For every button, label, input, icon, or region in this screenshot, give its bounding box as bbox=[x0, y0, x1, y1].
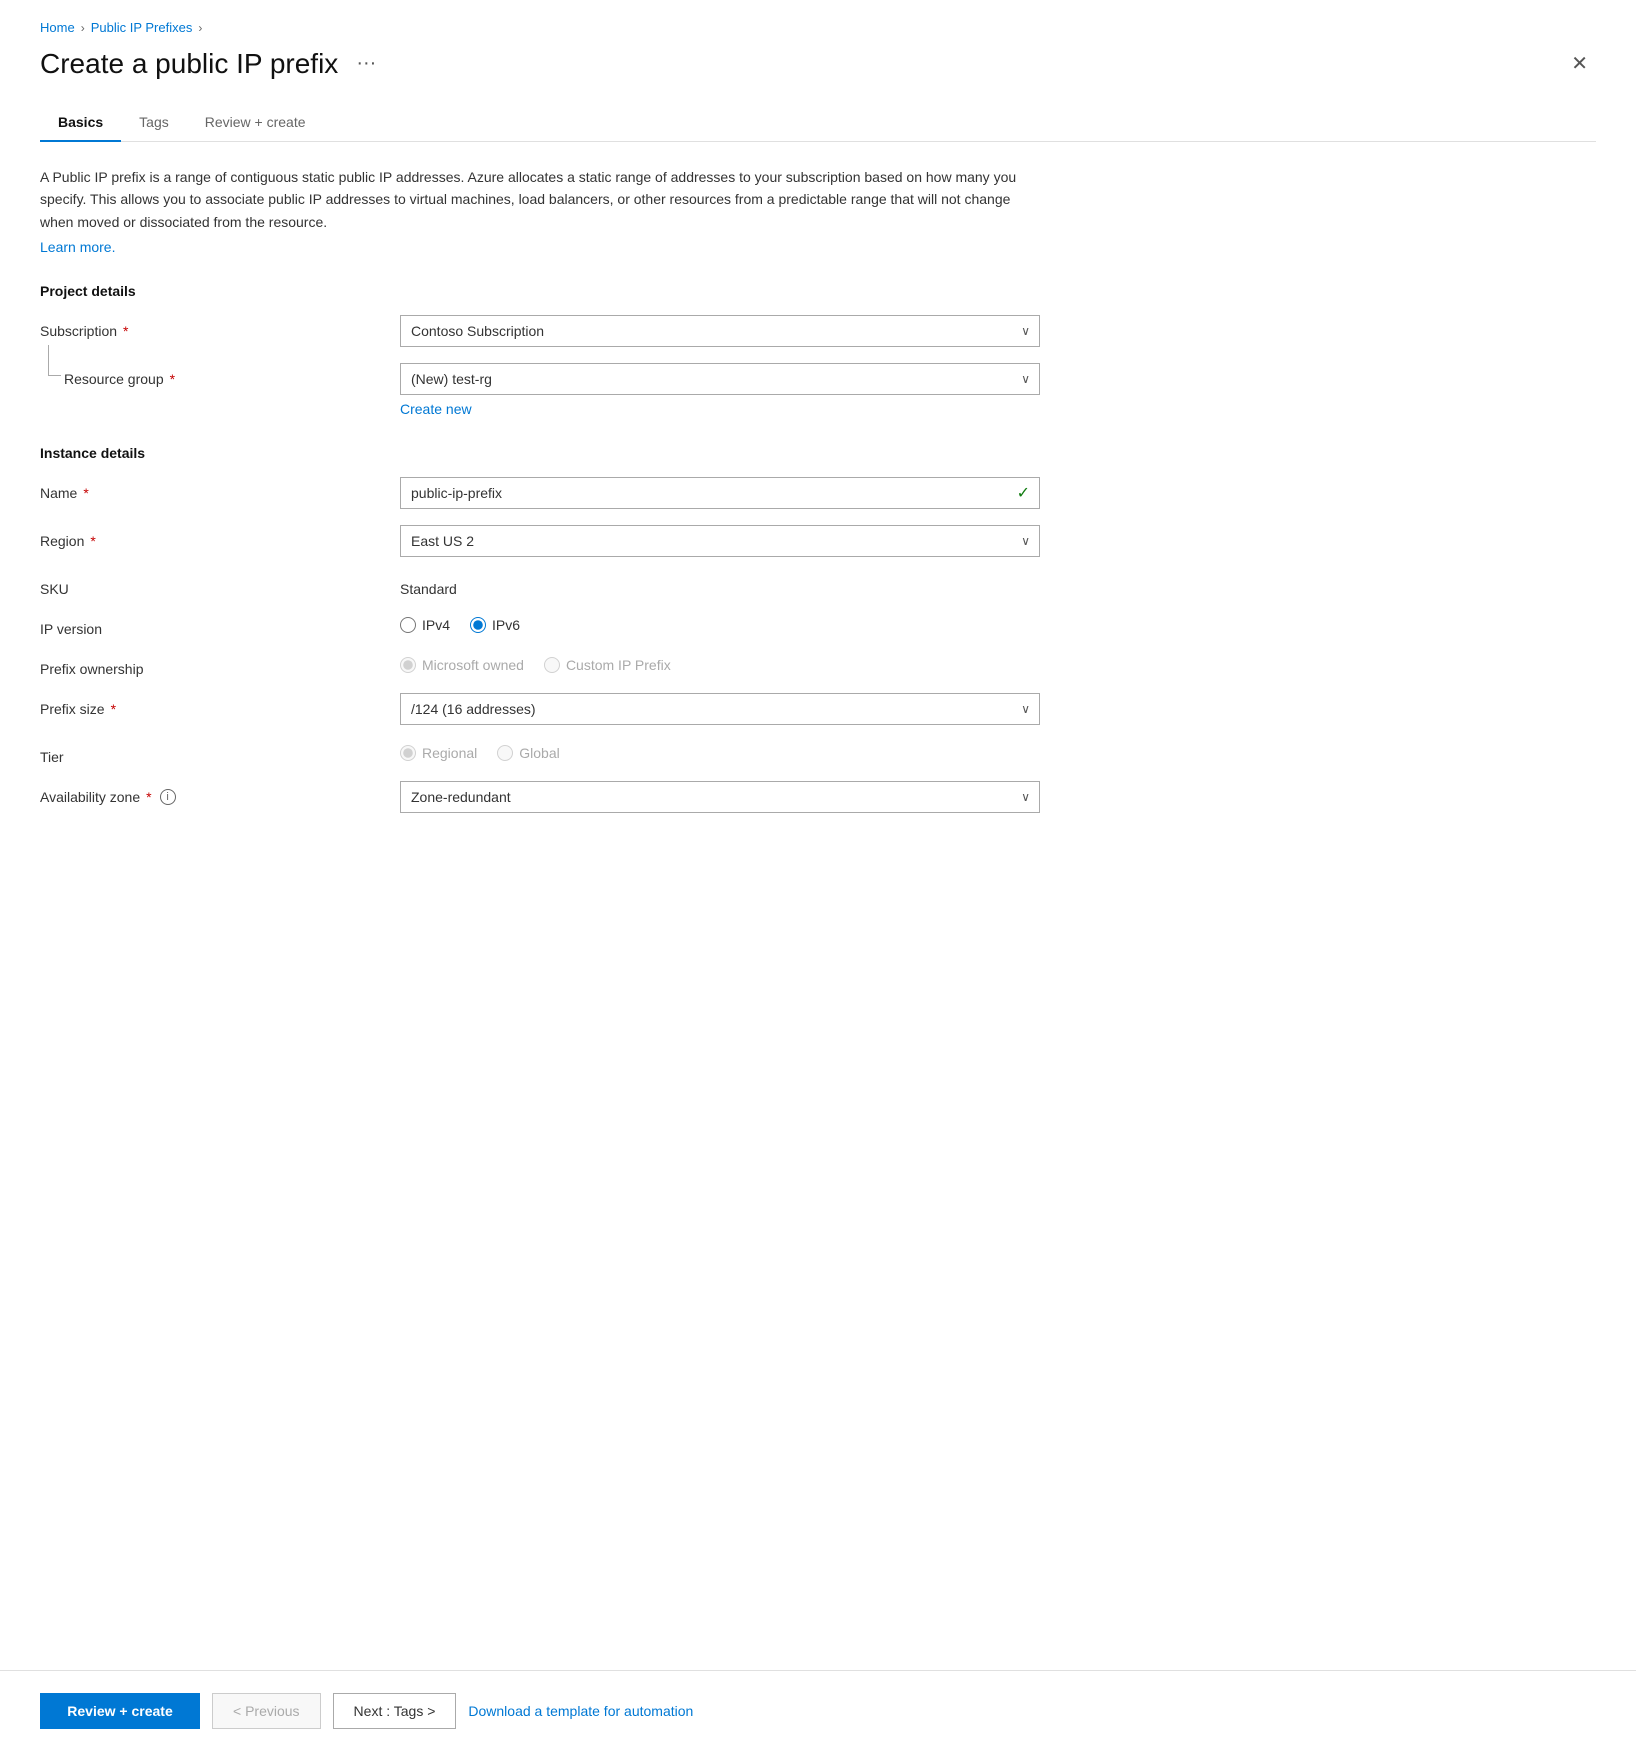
ip-version-ipv4-radio[interactable] bbox=[400, 617, 416, 633]
description-text: A Public IP prefix is a range of contigu… bbox=[40, 166, 1040, 233]
project-details-title: Project details bbox=[40, 283, 1596, 299]
prefix-ownership-custom-option[interactable]: Custom IP Prefix bbox=[544, 657, 671, 673]
tier-label: Tier bbox=[40, 741, 400, 765]
resource-group-row: Resource group* (New) test-rg ∨ Create n… bbox=[40, 363, 1596, 417]
more-options-button[interactable]: ··· bbox=[350, 50, 382, 77]
name-control: ✓ bbox=[400, 477, 1040, 509]
tier-regional-radio[interactable] bbox=[400, 745, 416, 761]
breadcrumb: Home › Public IP Prefixes › bbox=[40, 20, 1596, 35]
create-new-link[interactable]: Create new bbox=[400, 401, 472, 417]
instance-details-title: Instance details bbox=[40, 445, 1596, 461]
tab-bar: Basics Tags Review + create bbox=[40, 104, 1596, 142]
prefix-ownership-custom-radio[interactable] bbox=[544, 657, 560, 673]
prefix-ownership-label: Prefix ownership bbox=[40, 653, 400, 677]
name-input[interactable] bbox=[400, 477, 1040, 509]
prefix-ownership-control: Microsoft owned Custom IP Prefix bbox=[400, 653, 1040, 673]
breadcrumb-public-ip[interactable]: Public IP Prefixes bbox=[91, 20, 193, 35]
review-create-button[interactable]: Review + create bbox=[40, 1693, 200, 1729]
subscription-select[interactable]: Contoso Subscription bbox=[400, 315, 1040, 347]
name-required: * bbox=[83, 485, 88, 501]
page-title: Create a public IP prefix bbox=[40, 48, 338, 80]
tier-radio-group: Regional Global bbox=[400, 741, 1040, 761]
prefix-size-label: Prefix size* bbox=[40, 693, 400, 717]
region-control: East US 2 ∨ bbox=[400, 525, 1040, 557]
availability-zone-required: * bbox=[146, 789, 151, 805]
sku-row: SKU Standard bbox=[40, 573, 1596, 597]
ip-version-row: IP version IPv4 IPv6 bbox=[40, 613, 1596, 637]
ip-version-radio-group: IPv4 IPv6 bbox=[400, 613, 1040, 633]
region-required: * bbox=[90, 533, 95, 549]
resource-group-control: (New) test-rg ∨ Create new bbox=[400, 363, 1040, 417]
previous-button[interactable]: < Previous bbox=[212, 1693, 321, 1729]
learn-more-link[interactable]: Learn more. bbox=[40, 239, 115, 255]
region-label: Region* bbox=[40, 525, 400, 549]
availability-zone-control: Zone-redundant ∨ bbox=[400, 781, 1040, 813]
ip-version-label: IP version bbox=[40, 613, 400, 637]
breadcrumb-sep-1: › bbox=[81, 21, 85, 35]
prefix-size-control: /124 (16 addresses) ∨ bbox=[400, 693, 1040, 725]
tier-global-option[interactable]: Global bbox=[497, 745, 559, 761]
subscription-row: Subscription* Contoso Subscription ∨ bbox=[40, 315, 1596, 347]
page-header: Create a public IP prefix ··· ✕ bbox=[40, 47, 1596, 80]
tier-global-radio[interactable] bbox=[497, 745, 513, 761]
sku-value: Standard bbox=[400, 573, 1040, 597]
name-valid-icon: ✓ bbox=[1017, 483, 1030, 503]
breadcrumb-home[interactable]: Home bbox=[40, 20, 75, 35]
resource-group-required: * bbox=[170, 371, 175, 387]
region-select[interactable]: East US 2 bbox=[400, 525, 1040, 557]
subscription-label: Subscription* bbox=[40, 315, 400, 339]
tab-tags[interactable]: Tags bbox=[121, 104, 187, 142]
prefix-ownership-microsoft-radio[interactable] bbox=[400, 657, 416, 673]
ip-version-ipv6-option[interactable]: IPv6 bbox=[470, 617, 520, 633]
prefix-ownership-microsoft-option[interactable]: Microsoft owned bbox=[400, 657, 524, 673]
prefix-size-select[interactable]: /124 (16 addresses) bbox=[400, 693, 1040, 725]
tab-basics[interactable]: Basics bbox=[40, 104, 121, 142]
ip-version-ipv6-radio[interactable] bbox=[470, 617, 486, 633]
availability-zone-select[interactable]: Zone-redundant bbox=[400, 781, 1040, 813]
sku-label: SKU bbox=[40, 573, 400, 597]
ip-version-ipv4-option[interactable]: IPv4 bbox=[400, 617, 450, 633]
tier-control: Regional Global bbox=[400, 741, 1040, 761]
prefix-ownership-row: Prefix ownership Microsoft owned Custom … bbox=[40, 653, 1596, 677]
name-row: Name* ✓ bbox=[40, 477, 1596, 509]
availability-zone-label: Availability zone* i bbox=[40, 781, 400, 805]
tab-review-create[interactable]: Review + create bbox=[187, 104, 324, 142]
tier-regional-option[interactable]: Regional bbox=[400, 745, 477, 761]
breadcrumb-sep-2: › bbox=[198, 21, 202, 35]
footer-bar: Review + create < Previous Next : Tags >… bbox=[0, 1670, 1636, 1750]
prefix-ownership-radio-group: Microsoft owned Custom IP Prefix bbox=[400, 653, 1040, 673]
availability-zone-info-icon[interactable]: i bbox=[160, 789, 176, 805]
ip-version-control: IPv4 IPv6 bbox=[400, 613, 1040, 633]
next-button[interactable]: Next : Tags > bbox=[333, 1693, 457, 1729]
availability-zone-row: Availability zone* i Zone-redundant ∨ bbox=[40, 781, 1596, 813]
close-button[interactable]: ✕ bbox=[1563, 47, 1596, 80]
download-template-link[interactable]: Download a template for automation bbox=[468, 1703, 693, 1719]
name-label: Name* bbox=[40, 477, 400, 501]
subscription-control: Contoso Subscription ∨ bbox=[400, 315, 1040, 347]
sku-static: Standard bbox=[400, 573, 1040, 597]
prefix-size-row: Prefix size* /124 (16 addresses) ∨ bbox=[40, 693, 1596, 725]
resource-group-label: Resource group* bbox=[40, 363, 400, 387]
region-row: Region* East US 2 ∨ bbox=[40, 525, 1596, 557]
subscription-required: * bbox=[123, 323, 128, 339]
resource-group-select[interactable]: (New) test-rg bbox=[400, 363, 1040, 395]
prefix-size-required: * bbox=[111, 701, 116, 717]
tier-row: Tier Regional Global bbox=[40, 741, 1596, 765]
